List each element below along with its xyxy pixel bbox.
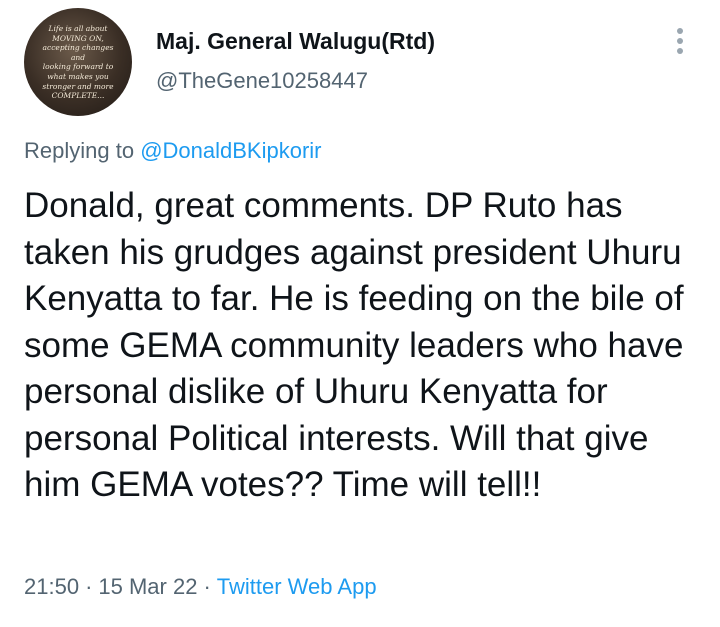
more-dot (677, 28, 683, 34)
reply-mention-link[interactable]: @DonaldBKipkorir (140, 138, 321, 163)
meta-separator: · (203, 574, 211, 599)
tweet-text: Donald, great comments. DP Ruto has take… (24, 186, 684, 504)
avatar[interactable]: Life is all about MOVING ON, accepting c… (24, 8, 132, 116)
avatar-caption: Life is all about MOVING ON, accepting c… (42, 24, 114, 101)
replying-to-label: Replying to (24, 138, 141, 163)
tweet-time[interactable]: 21:50 (24, 574, 79, 599)
tweet-metadata: 21:50 · 15 Mar 22 · Twitter Web App (24, 574, 377, 600)
tweet-card: Life is all about MOVING ON, accepting c… (0, 0, 720, 627)
author-handle[interactable]: @TheGene10258447 (156, 68, 368, 94)
more-options-icon[interactable] (668, 24, 692, 58)
replying-to: Replying to @DonaldBKipkorir (24, 138, 321, 164)
author-display-name[interactable]: Maj. General Walugu(Rtd) (156, 28, 435, 55)
meta-separator: · (85, 574, 93, 599)
more-dot (677, 48, 683, 54)
more-dot (677, 38, 683, 44)
tweet-date[interactable]: 15 Mar 22 (98, 574, 197, 599)
tweet-source-link[interactable]: Twitter Web App (217, 574, 377, 599)
